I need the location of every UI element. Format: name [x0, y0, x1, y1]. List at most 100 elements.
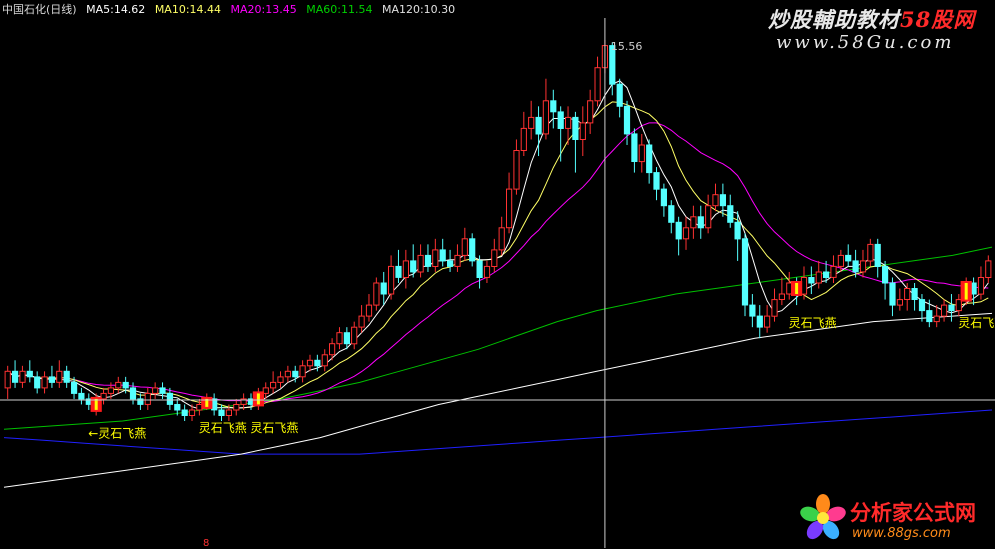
candle[interactable]: [528, 100, 535, 140]
candle[interactable]: [587, 89, 594, 134]
candle[interactable]: [557, 106, 564, 162]
candle[interactable]: [985, 255, 992, 283]
candle[interactable]: [741, 233, 749, 317]
candle[interactable]: [270, 371, 277, 394]
candle[interactable]: [660, 183, 667, 217]
candle-body: [579, 122, 586, 141]
candle[interactable]: [948, 294, 955, 322]
candle[interactable]: [977, 266, 985, 300]
candle[interactable]: [889, 277, 896, 317]
candle[interactable]: [594, 56, 601, 107]
candle[interactable]: [830, 255, 837, 283]
candle[interactable]: [542, 78, 549, 140]
candle-body: [631, 133, 638, 162]
candle[interactable]: [808, 266, 815, 295]
candle[interactable]: [941, 299, 948, 322]
candle[interactable]: [727, 194, 734, 228]
candle[interactable]: [417, 244, 424, 278]
candle[interactable]: [380, 271, 387, 306]
candlestick-chart[interactable]: ←灵石飞燕灵石飞燕灵石飞燕灵石飞燕灵石飞燕 15.56 8: [0, 0, 995, 549]
candle[interactable]: [56, 360, 63, 388]
candle[interactable]: [395, 249, 402, 283]
candle[interactable]: [4, 365, 11, 399]
candle[interactable]: [48, 365, 55, 388]
candle[interactable]: [447, 249, 454, 272]
candle[interactable]: [454, 244, 461, 272]
candle[interactable]: [506, 172, 513, 234]
candle[interactable]: [815, 260, 822, 289]
candle[interactable]: [616, 78, 623, 118]
candle[interactable]: [137, 393, 144, 410]
candle[interactable]: [402, 249, 409, 289]
candle[interactable]: [469, 233, 476, 267]
candle[interactable]: [483, 260, 491, 283]
candle[interactable]: [277, 371, 284, 388]
candle[interactable]: [631, 128, 638, 173]
candle[interactable]: [719, 183, 726, 217]
candle[interactable]: [358, 305, 365, 333]
candle[interactable]: [432, 238, 439, 272]
candle[interactable]: [756, 305, 763, 339]
candle[interactable]: [675, 216, 682, 256]
candle[interactable]: [565, 106, 572, 145]
candle[interactable]: [638, 133, 645, 173]
candle[interactable]: [63, 365, 70, 388]
peak-price-label: 15.56: [611, 40, 643, 53]
candle[interactable]: [845, 244, 852, 267]
candle[interactable]: [874, 238, 881, 278]
candle[interactable]: [233, 398, 240, 416]
candle[interactable]: [653, 167, 660, 201]
candle[interactable]: [646, 139, 653, 184]
candle[interactable]: [306, 354, 314, 372]
candle[interactable]: [351, 321, 358, 350]
candle-body: [668, 205, 675, 223]
candle[interactable]: [918, 294, 926, 322]
candle[interactable]: [520, 111, 527, 157]
candle[interactable]: [572, 111, 579, 173]
candle[interactable]: [697, 205, 704, 239]
candle[interactable]: [705, 194, 712, 234]
candle[interactable]: [778, 277, 785, 306]
candle[interactable]: [19, 365, 26, 388]
candle[interactable]: [911, 283, 918, 311]
candle[interactable]: [896, 288, 903, 311]
candle[interactable]: [682, 216, 690, 250]
candle[interactable]: [859, 249, 867, 278]
candle[interactable]: [152, 382, 159, 399]
candle[interactable]: [78, 387, 85, 405]
candle[interactable]: [159, 382, 166, 399]
candle[interactable]: [41, 371, 48, 394]
candle[interactable]: [12, 360, 19, 388]
candle[interactable]: [299, 360, 306, 383]
candle[interactable]: [513, 139, 520, 195]
watermark-title: 炒股輔助教材58股网: [768, 7, 976, 32]
candle[interactable]: [668, 200, 675, 234]
candle[interactable]: [181, 404, 188, 422]
candle[interactable]: [882, 260, 889, 300]
candle[interactable]: [321, 349, 328, 372]
candle[interactable]: [579, 106, 586, 157]
candle[interactable]: [26, 360, 33, 383]
candle[interactable]: [284, 365, 291, 383]
candle[interactable]: [144, 387, 151, 410]
candle[interactable]: [491, 238, 498, 272]
candle[interactable]: [749, 294, 756, 328]
candle[interactable]: [365, 294, 373, 322]
signal-marker[interactable]: 灵石飞燕: [789, 281, 837, 330]
candle[interactable]: [690, 205, 697, 239]
candle[interactable]: [115, 376, 122, 394]
candle[interactable]: [498, 216, 505, 256]
candle[interactable]: [388, 255, 395, 300]
candle[interactable]: [550, 89, 557, 129]
candle[interactable]: [439, 238, 446, 267]
candle[interactable]: [424, 244, 432, 272]
candle[interactable]: [771, 288, 778, 322]
candle[interactable]: [712, 183, 719, 212]
candle[interactable]: [336, 327, 343, 350]
candle[interactable]: [764, 305, 771, 333]
candle-body: [321, 354, 328, 367]
candle[interactable]: [904, 283, 911, 311]
candle[interactable]: [34, 371, 41, 394]
candle[interactable]: [373, 277, 380, 311]
candle[interactable]: [867, 238, 874, 267]
